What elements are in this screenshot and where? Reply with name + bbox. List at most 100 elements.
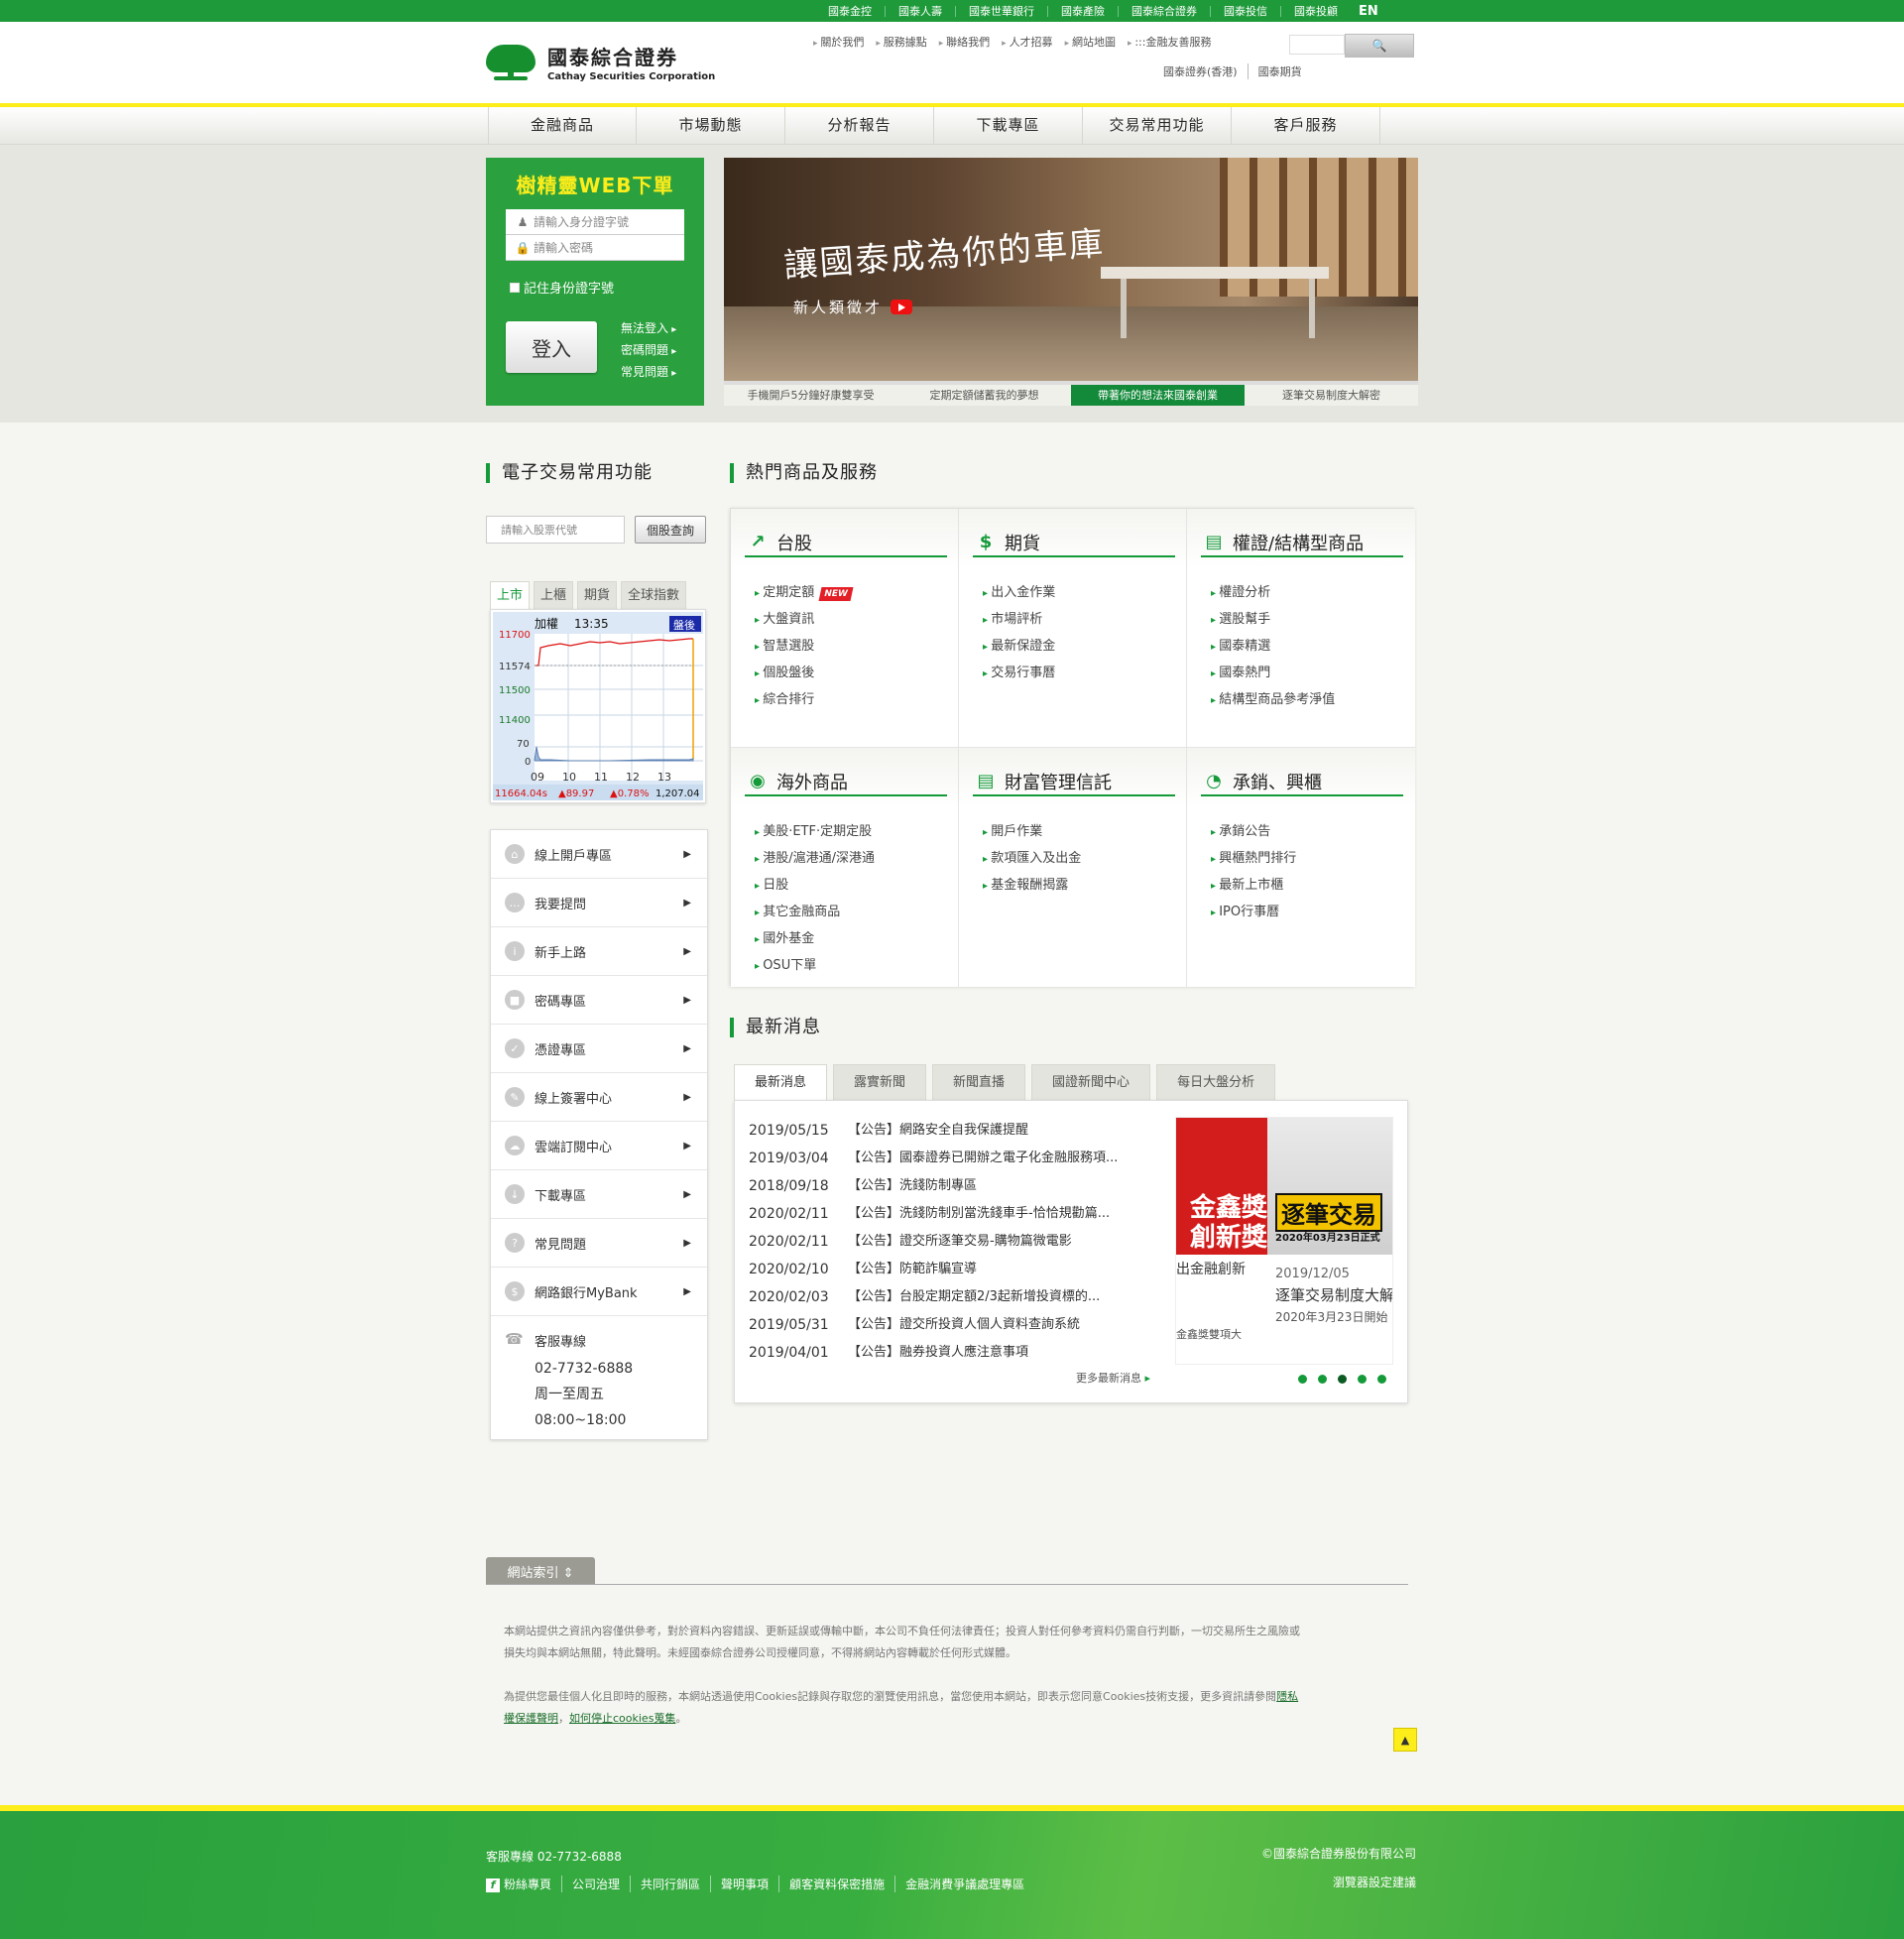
stock-query-button[interactable]: 個股查詢: [635, 516, 706, 544]
affiliate-link[interactable]: 國泰證券(香港): [1153, 63, 1248, 79]
slider-dot[interactable]: [1377, 1375, 1386, 1384]
product-link[interactable]: 交易行事曆: [983, 661, 1055, 687]
product-link[interactable]: 國泰熱門: [1211, 661, 1335, 687]
help-link[interactable]: 密碼問題: [621, 340, 676, 362]
news-item[interactable]: 2020/02/10 【公告】防範詐騙宣導: [749, 1256, 1159, 1283]
product-link[interactable]: 其它金融商品: [755, 900, 875, 926]
news-slider[interactable]: 金鑫獎 創新獎 逐筆交易 2020年03月23日正式 出金融創新 金鑫獎雙項大 …: [1175, 1117, 1393, 1365]
quick-link-faq[interactable]: ? 常見問題 ▶: [491, 1219, 707, 1268]
product-link[interactable]: 權證分析: [1211, 580, 1335, 607]
news-tab[interactable]: 新聞直播: [932, 1064, 1026, 1100]
news-item[interactable]: 2020/02/11 【公告】證交所逐筆交易-購物篇微電影: [749, 1228, 1159, 1256]
news-item[interactable]: 2018/09/18 【公告】洗錢防制專區: [749, 1172, 1159, 1200]
header-link[interactable]: 人才招募: [1002, 34, 1053, 50]
header-link[interactable]: 關於我們: [813, 34, 864, 50]
product-link[interactable]: 定期定額NEW: [755, 580, 854, 607]
product-link[interactable]: 個股盤後: [755, 661, 852, 687]
index-tab-active[interactable]: 上市: [490, 581, 531, 609]
group-link[interactable]: 國泰綜合證券: [1118, 5, 1210, 17]
quick-link-download[interactable]: ↓ 下載專區 ▶: [491, 1170, 707, 1219]
news-tab[interactable]: 露實新聞: [833, 1064, 927, 1100]
nav-item[interactable]: 市場動態: [637, 107, 785, 145]
news-item[interactable]: 2020/02/03 【公告】台股定期定額2/3起新增投資標的...: [749, 1283, 1159, 1311]
product-title[interactable]: 期貨: [1005, 530, 1040, 555]
product-link[interactable]: 最新保證金: [983, 634, 1055, 661]
logo[interactable]: 國泰綜合證券 Cathay Securities Corporation: [486, 42, 715, 82]
group-link[interactable]: 國泰投信: [1210, 5, 1280, 17]
banner-tab[interactable]: 手機開戶5分鐘好康雙享受: [724, 385, 897, 406]
news-tab-active[interactable]: 最新消息: [734, 1064, 828, 1100]
news-item[interactable]: 2019/05/15 【公告】網路安全自我保護提醒: [749, 1117, 1159, 1145]
product-link[interactable]: IPO行事曆: [1211, 900, 1296, 926]
banner-tab-active[interactable]: 帶著你的想法來國泰創業: [1071, 385, 1245, 406]
product-title[interactable]: 承銷、興櫃: [1233, 769, 1322, 794]
banner-tab[interactable]: 逐筆交易制度大解密: [1245, 385, 1418, 406]
product-title[interactable]: 財富管理信託: [1005, 769, 1112, 794]
product-link[interactable]: 開戶作業: [983, 819, 1081, 846]
footer-link[interactable]: 金融消費爭議處理專區: [894, 1876, 1034, 1892]
group-link[interactable]: 國泰產險: [1047, 5, 1118, 17]
index-tab[interactable]: 全球指數: [621, 581, 687, 609]
quick-link-ask[interactable]: … 我要提問 ▶: [491, 879, 707, 927]
product-link[interactable]: 日股: [755, 873, 875, 900]
product-title[interactable]: 權證/結構型商品: [1233, 530, 1364, 555]
product-link[interactable]: 國泰精選: [1211, 634, 1335, 661]
product-link[interactable]: 選股幫手: [1211, 607, 1335, 634]
slider-dot-active[interactable]: [1338, 1375, 1347, 1384]
password-field[interactable]: 🔒 請輸入密碼: [506, 235, 684, 261]
product-link[interactable]: 綜合排行: [755, 687, 852, 714]
service-phone[interactable]: 02-7732-6888: [535, 1356, 633, 1382]
slider-dot[interactable]: [1298, 1375, 1307, 1384]
quick-link-mybank[interactable]: $ 網路銀行MyBank ▶: [491, 1268, 707, 1316]
quick-link-beginner[interactable]: i 新手上路 ▶: [491, 927, 707, 976]
header-link[interactable]: :::金融友善服務: [1128, 34, 1211, 50]
search-input[interactable]: [1289, 35, 1345, 55]
banner-carousel[interactable]: 讓國泰成為你的車庫 新人類徵才 手機開戶5分鐘好康雙享受 定期定額儲蓄我的夢想 …: [724, 158, 1418, 406]
nav-item[interactable]: 交易常用功能: [1083, 107, 1232, 145]
remember-checkbox[interactable]: 記住身份證字號: [510, 278, 614, 297]
product-link[interactable]: 智慧選股: [755, 634, 852, 661]
index-tab[interactable]: 上櫃: [534, 581, 574, 609]
product-title[interactable]: 台股: [776, 530, 812, 555]
product-link[interactable]: 港股/滬港通/深港通: [755, 846, 875, 873]
nav-item[interactable]: 金融商品: [488, 107, 637, 145]
header-link[interactable]: 聯絡我們: [939, 34, 990, 50]
product-link[interactable]: 出入金作業: [983, 580, 1055, 607]
stock-code-input[interactable]: 請輸入股票代號: [486, 516, 625, 544]
product-link[interactable]: 市場評析: [983, 607, 1055, 634]
product-link[interactable]: 興櫃熱門排行: [1211, 846, 1296, 873]
product-link[interactable]: 最新上市櫃: [1211, 873, 1296, 900]
browser-settings-link[interactable]: 瀏覽器設定建議: [1246, 1874, 1416, 1890]
product-title[interactable]: 海外商品: [776, 769, 848, 794]
nav-item[interactable]: 客戶服務: [1232, 107, 1380, 145]
news-item[interactable]: 2019/03/04 【公告】國泰證券已開辦之電子化金融服務項...: [749, 1145, 1159, 1172]
footer-link[interactable]: 公司治理: [561, 1876, 630, 1892]
header-link[interactable]: 服務據點: [876, 34, 927, 50]
group-link[interactable]: 國泰人壽: [885, 5, 955, 17]
cookie-link[interactable]: 如何停止cookies蒐集: [569, 1712, 675, 1725]
product-link[interactable]: 款項匯入及出金: [983, 846, 1081, 873]
group-link[interactable]: 國泰世華銀行: [955, 5, 1047, 17]
footer-link-fanpage[interactable]: f 粉絲專頁: [486, 1876, 561, 1892]
group-link[interactable]: 國泰投顧: [1280, 5, 1351, 17]
news-item[interactable]: 2019/04/01 【公告】融券投資人應注意事項: [749, 1339, 1159, 1367]
help-link[interactable]: 無法登入: [621, 318, 676, 340]
footer-link[interactable]: 共同行銷區: [630, 1876, 710, 1892]
quick-link-password[interactable]: ■ 密碼專區 ▶: [491, 976, 707, 1025]
slider-dot[interactable]: [1318, 1375, 1327, 1384]
quick-link-cloud[interactable]: ☁ 雲端訂閱中心 ▶: [491, 1122, 707, 1170]
product-link[interactable]: 結構型商品參考淨值: [1211, 687, 1335, 714]
quick-link-online-account[interactable]: ⌂ 線上開戶專區 ▶: [491, 830, 707, 879]
banner-tab[interactable]: 定期定額儲蓄我的夢想: [897, 385, 1071, 406]
affiliate-link[interactable]: 國泰期貨: [1247, 63, 1312, 79]
language-toggle[interactable]: EN: [1359, 4, 1378, 19]
more-news-link[interactable]: 更多最新消息: [1076, 1370, 1150, 1386]
news-tab[interactable]: 國證新聞中心: [1031, 1064, 1151, 1100]
product-link[interactable]: OSU下單: [755, 953, 875, 980]
product-link[interactable]: 基金報酬揭露: [983, 873, 1081, 900]
search-button[interactable]: 🔍: [1345, 34, 1414, 58]
product-link[interactable]: 美股·ETF·定期定股: [755, 819, 875, 846]
footer-link[interactable]: 顧客資料保密措施: [778, 1876, 894, 1892]
news-item[interactable]: 2020/02/11 【公告】洗錢防制別當洗錢車手-恰恰規勸篇...: [749, 1200, 1159, 1228]
nav-item[interactable]: 分析報告: [785, 107, 934, 145]
